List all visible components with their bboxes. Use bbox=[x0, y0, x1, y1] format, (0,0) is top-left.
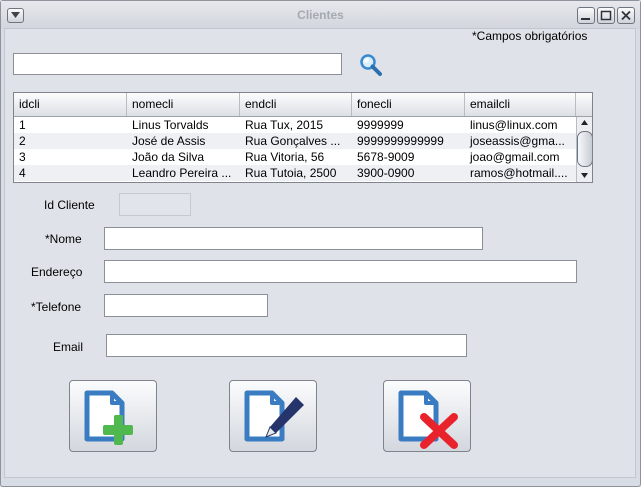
table-cell: José de Assis bbox=[132, 134, 206, 148]
search-input[interactable] bbox=[13, 53, 342, 75]
column-header-fonecli[interactable]: fonecli bbox=[352, 93, 465, 116]
endereco-field[interactable] bbox=[104, 260, 577, 283]
table-cell: Rua Tux, 2015 bbox=[245, 118, 324, 132]
column-header-idcli[interactable]: idcli bbox=[14, 93, 127, 116]
delete-document-icon bbox=[398, 390, 458, 449]
table-cell: João da Silva bbox=[132, 150, 205, 164]
table-cell: 3900-0900 bbox=[357, 166, 415, 180]
table-cell: Linus Torvalds bbox=[132, 118, 209, 132]
delete-client-button[interactable] bbox=[383, 380, 471, 452]
id-cliente-label: Id Cliente bbox=[44, 198, 95, 212]
email-field[interactable] bbox=[106, 334, 467, 357]
table-row[interactable]: 4 Leandro Pereira ... Rua Tutoia, 2500 3… bbox=[14, 165, 576, 181]
required-fields-note: *Campos obrigatórios bbox=[472, 29, 588, 43]
table-cell: 2 bbox=[19, 134, 26, 148]
edit-document-icon bbox=[244, 390, 304, 442]
clients-table[interactable]: idcli nomecli endcli fonecli emailcli 1 … bbox=[13, 92, 593, 183]
add-client-button[interactable] bbox=[69, 380, 157, 452]
table-cell: ramos@hotmail.... bbox=[470, 166, 568, 180]
table-cell: 5678-9009 bbox=[357, 150, 415, 164]
window-title: Clientes bbox=[297, 8, 344, 22]
column-header-emailcli[interactable]: emailcli bbox=[465, 93, 576, 116]
table-row[interactable]: 1 Linus Torvalds Rua Tux, 2015 9999999 l… bbox=[14, 117, 576, 133]
table-cell: linus@linux.com bbox=[470, 118, 558, 132]
email-label: Email bbox=[53, 340, 84, 354]
table-header: idcli nomecli endcli fonecli emailcli bbox=[14, 93, 592, 117]
table-cell: 3 bbox=[19, 150, 26, 164]
table-cell: Leandro Pereira ... bbox=[132, 166, 232, 180]
telefone-field[interactable] bbox=[104, 294, 268, 317]
column-header-nomecli[interactable]: nomecli bbox=[127, 93, 240, 116]
table-cell: 4 bbox=[19, 166, 26, 180]
nome-field[interactable] bbox=[104, 227, 483, 250]
table-cell: 9999999 bbox=[357, 118, 404, 132]
table-cell: Rua Tutoia, 2500 bbox=[245, 166, 337, 180]
telefone-label: *Telefone bbox=[31, 300, 82, 314]
nome-label: *Nome bbox=[45, 232, 82, 246]
add-document-icon bbox=[84, 390, 133, 445]
maximize-button[interactable] bbox=[597, 7, 615, 24]
id-cliente-field bbox=[119, 193, 191, 216]
arrow-down-icon bbox=[581, 173, 588, 178]
scrollbar-thumb[interactable] bbox=[577, 131, 592, 167]
search-icon bbox=[360, 54, 382, 76]
search-button[interactable] bbox=[358, 52, 384, 78]
minimize-icon bbox=[581, 18, 590, 20]
table-cell: 9999999999999 bbox=[357, 134, 444, 148]
close-button[interactable] bbox=[617, 7, 635, 24]
table-cell: 1 bbox=[19, 118, 26, 132]
table-cell: joao@gmail.com bbox=[470, 150, 560, 164]
table-cell: joseassis@gma... bbox=[470, 134, 565, 148]
minimize-button[interactable] bbox=[577, 7, 595, 24]
column-header-endcli[interactable]: endcli bbox=[240, 93, 352, 116]
scroll-up-button[interactable] bbox=[577, 117, 592, 129]
table-row[interactable]: 2 José de Assis Rua Gonçalves ... 999999… bbox=[14, 133, 576, 149]
close-icon bbox=[621, 10, 631, 21]
endereco-label: Endereço bbox=[31, 265, 83, 279]
table-row[interactable]: 3 João da Silva Rua Vitoria, 56 5678-900… bbox=[14, 149, 576, 165]
arrow-up-icon bbox=[581, 120, 588, 125]
edit-client-button[interactable] bbox=[229, 380, 317, 452]
table-scrollbar[interactable] bbox=[576, 117, 592, 182]
scroll-down-button[interactable] bbox=[577, 170, 592, 182]
table-cell: Rua Vitoria, 56 bbox=[245, 150, 325, 164]
table-cell: Rua Gonçalves ... bbox=[245, 134, 341, 148]
maximize-icon bbox=[600, 10, 612, 21]
title-bar[interactable]: Clientes bbox=[1, 1, 640, 29]
